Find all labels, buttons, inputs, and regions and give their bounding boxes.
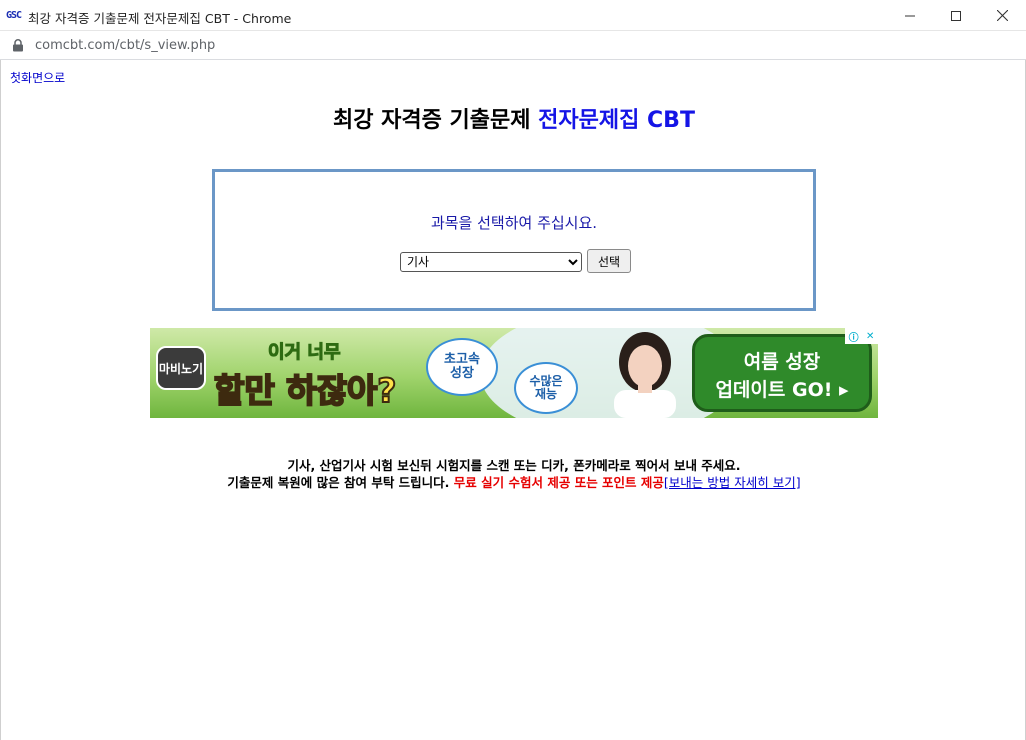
ad-cta-button[interactable]: 여름 성장 업데이트 GO! ▸ [692,334,872,412]
close-icon [996,10,1008,21]
subject-selector-panel: 과목을 선택하여 주십시요. 기사 선택 [212,169,816,311]
select-button[interactable]: 선택 [587,249,631,273]
ad-info-icon[interactable]: ⓘ [849,329,859,344]
ad-bubble-speed: 초고속 성장 [426,338,498,396]
page-content: 첫화면으로 최강 자격증 기출문제 전자문제집 CBT 과목을 선택하여 주십시… [0,60,1026,740]
notice-line-2-text: 기출문제 복원에 많은 참여 부탁 드립니다. [227,475,454,490]
window-titlebar: GSC 최강 자격증 기출문제 전자문제집 CBT - Chrome [0,0,1026,31]
page-title: 최강 자격증 기출문제 전자문제집 CBT [1,102,1026,134]
ad-close-icon[interactable]: ✕ [866,331,874,342]
maximize-icon [951,10,961,21]
page-title-main: 최강 자격증 기출문제 [333,108,539,133]
minimize-button[interactable] [887,0,933,31]
maximize-button[interactable] [933,0,979,31]
notice-line-2: 기출문제 복원에 많은 참여 부탁 드립니다. 무료 실기 수험서 제공 또는 … [1,472,1026,491]
subject-select[interactable]: 기사 [400,252,582,272]
window-title: 최강 자격증 기출문제 전자문제집 CBT - Chrome [28,11,292,26]
url-text[interactable]: comcbt.com/cbt/s_view.php [35,38,215,53]
close-button[interactable] [979,0,1025,31]
address-bar[interactable]: comcbt.com/cbt/s_view.php [0,31,1026,60]
ad-bubble-talent-line2: 재능 [534,387,558,401]
ad-bubble-talent: 수많은 재능 [514,362,578,414]
page-title-accent: 전자문제집 CBT [538,108,695,133]
ad-bubble-speed-line2: 성장 [450,366,474,381]
home-link[interactable]: 첫화면으로 [10,69,65,86]
ad-game-logo: 마비노기 [156,346,206,390]
ad-model-photo [614,332,676,418]
notice-reward-text: 무료 실기 수험서 제공 또는 포인트 제공 [453,475,664,490]
favicon-icon: GSC [6,10,22,21]
ad-headline-large: 할만 하잖아? [213,370,397,411]
lock-icon [13,39,23,52]
ad-bubble-speed-line1: 초고속 [444,351,480,367]
adchoices-badge[interactable]: ⓘ ✕ [845,328,878,344]
ad-banner[interactable]: 마비노기 이거 너무 할만 하잖아? 초고속 성장 수많은 재능 여름 성장 업… [150,328,878,418]
ad-cta-line1: 여름 성장 [743,351,821,373]
subject-prompt: 과목을 선택하여 주십시요. [430,214,598,232]
how-to-send-link[interactable]: [보내는 방법 자세히 보기] [664,475,801,490]
ad-cta-line2: 업데이트 GO! ▸ [715,379,849,401]
minimize-icon [905,15,915,16]
ad-headline-small: 이거 너무 [268,342,342,364]
